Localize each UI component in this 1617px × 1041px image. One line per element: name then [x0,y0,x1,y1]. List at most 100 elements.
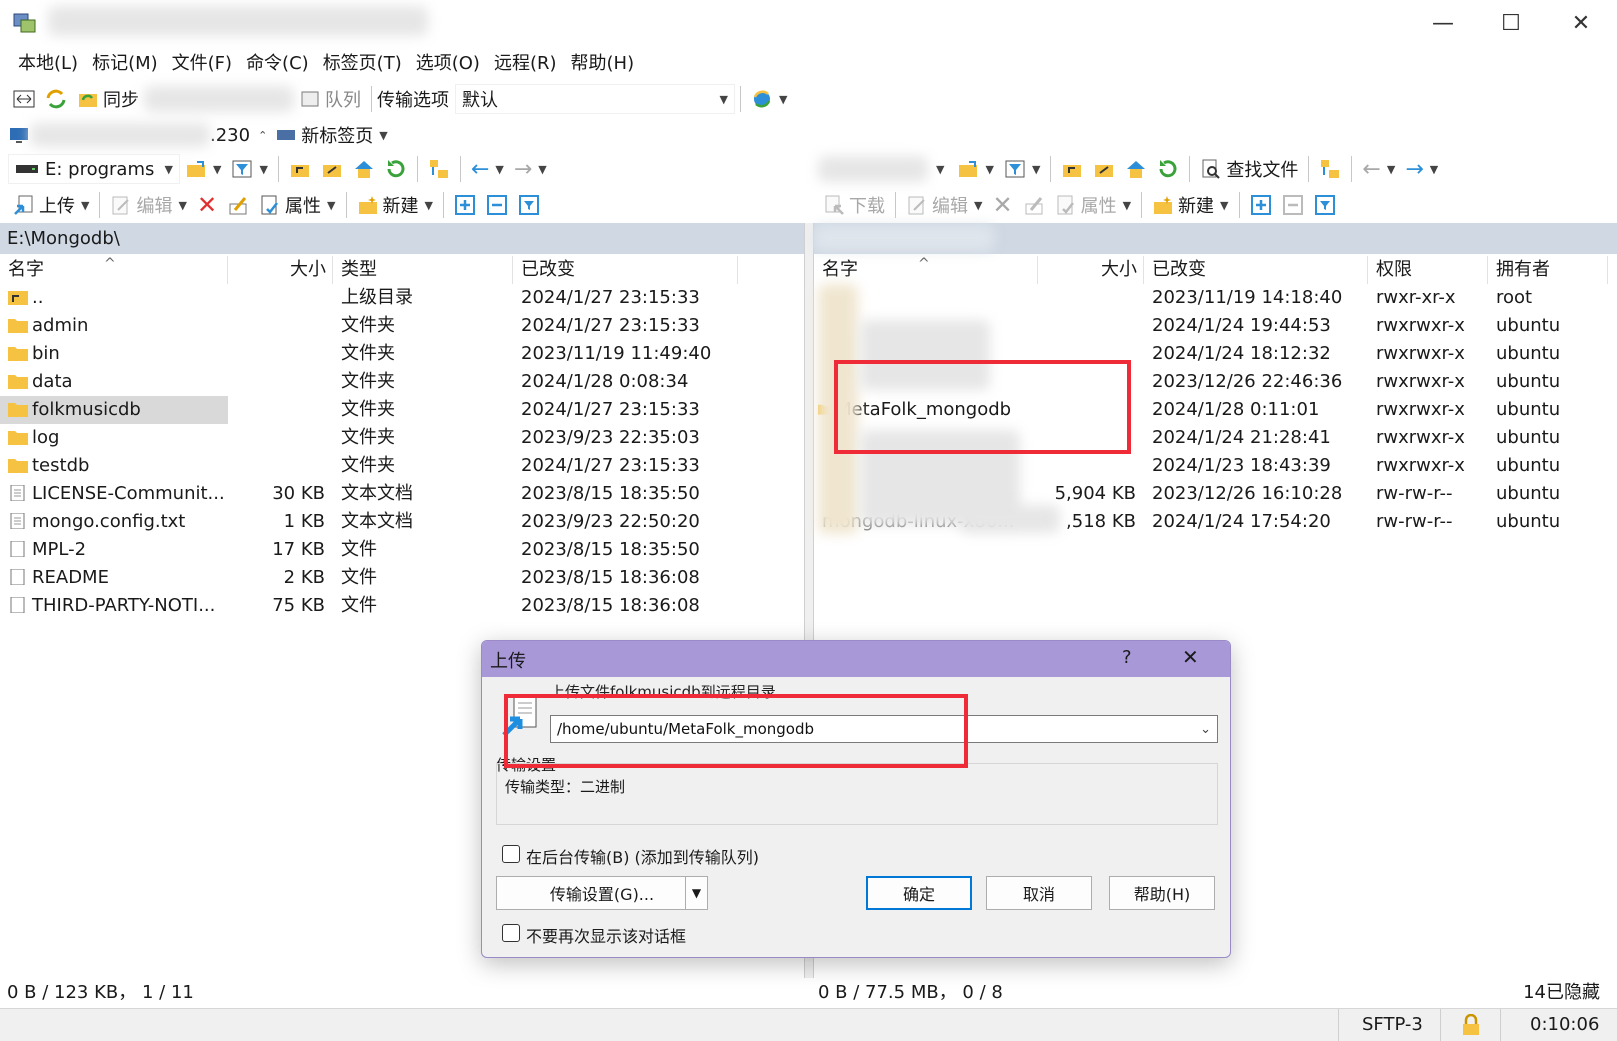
dialog-close-button[interactable]: ✕ [1182,645,1199,669]
col-size[interactable]: 大小 [228,256,333,284]
queue-icon [301,91,319,107]
table-row[interactable]: README 2 KB 文件 2023/8/15 18:36:08 [0,564,800,592]
col-size[interactable]: 大小 [1038,256,1144,284]
remote-root-button[interactable] [1088,154,1120,184]
highlight-box [834,360,1131,454]
menu-commands[interactable]: 命令(C) [246,49,309,75]
local-new-button[interactable]: 新建 ▼ [352,190,438,220]
menu-remote[interactable]: 远程(R) [494,49,557,75]
table-row[interactable]: 2023/11/19 14:18:40 rwxr-xr-x root [814,284,1614,312]
menu-local[interactable]: 本地(L) [18,49,78,75]
col-changed[interactable]: 已改变 [513,256,738,284]
col-name[interactable]: 名字 ^ [0,256,228,284]
remote-home-button[interactable] [1120,154,1152,184]
remote-back-button[interactable]: ← ▼ [1357,154,1400,184]
local-home-button[interactable] [348,154,380,184]
session-button[interactable]: ▼ [746,84,792,114]
table-row[interactable]: .. 上级目录 2024/1/27 23:15:33 [0,284,800,312]
folder-icon [8,375,28,389]
upload-dialog: 上传 ? ✕ 上传文件folkmusicdb到远程目录 /home/ubuntu… [481,640,1231,958]
table-row[interactable]: data 文件夹 2024/1/28 0:08:34 [0,368,800,396]
find-files-button[interactable]: 查找文件 [1195,154,1303,184]
table-row[interactable]: LICENSE-Communit... 30 KB 文本文档 2023/8/15… [0,480,800,508]
sync-button[interactable]: 同步 [72,84,144,114]
close-button[interactable]: ✕ [1558,6,1604,40]
chevron-down-icon[interactable]: ▼ [685,877,707,909]
remote-select-plus-button[interactable] [1245,190,1277,220]
table-row[interactable]: testdb 文件夹 2024/1/27 23:15:33 [0,452,800,480]
local-rename-button[interactable] [222,190,254,220]
minimize-button[interactable]: — [1420,6,1466,40]
remote-select-minus-button[interactable] [1277,190,1309,220]
session-tab[interactable]: .230 [210,125,250,146]
ok-button[interactable]: 确定 [866,876,972,910]
col-owner[interactable]: 拥有者 [1488,256,1608,284]
local-properties-button[interactable]: 属性 ▼ [254,190,340,220]
remote-forward-button[interactable]: → ▼ [1400,154,1443,184]
rename-icon [1025,197,1043,215]
dialog-help-button[interactable]: ? [1122,647,1132,668]
local-open-button[interactable]: ▼ [180,154,226,184]
remote-filter-button[interactable]: ▼ [999,154,1045,184]
remote-tree-button[interactable] [1314,154,1346,184]
local-back-button[interactable]: ← ▼ [466,154,509,184]
remote-refresh-button[interactable] [1152,154,1184,184]
background-transfer-checkbox[interactable] [502,845,520,863]
transfer-settings-button[interactable]: 传输设置(G)... ▼ [496,876,708,910]
download-button[interactable]: 下载 [818,190,890,220]
new-tab-button[interactable]: 新标签页 [301,122,373,148]
remote-parent-button[interactable] [1056,154,1088,184]
table-row[interactable]: THIRD-PARTY-NOTI... 75 KB 文件 2023/8/15 1… [0,592,800,620]
table-row[interactable]: admin 文件夹 2024/1/27 23:15:33 [0,312,800,340]
local-select-plus-button[interactable] [449,190,481,220]
menu-tabs[interactable]: 标签页(T) [323,49,402,75]
col-changed[interactable]: 已改变 [1144,256,1368,284]
menu-help[interactable]: 帮助(H) [571,49,635,75]
upload-button[interactable]: 上传 ▼ [8,190,94,220]
local-column-header: 名字 ^ 大小 类型 已改变 [0,256,804,284]
arrow-right-icon: → [1405,156,1424,182]
remote-filter-select-button[interactable] [1309,190,1341,220]
chevron-down-icon: ▼ [424,198,433,212]
local-delete-button[interactable]: ✕ [192,190,222,220]
local-filter-button[interactable]: ▼ [226,154,272,184]
remote-delete-button[interactable]: ✕ [987,190,1017,220]
maximize-button[interactable]: ☐ [1488,6,1534,40]
col-name[interactable]: 名字 ^ [814,256,1038,284]
menu-files[interactable]: 文件(F) [172,49,232,75]
menu-options[interactable]: 选项(O) [416,49,480,75]
local-filter-select-button[interactable] [513,190,545,220]
local-root-button[interactable] [316,154,348,184]
local-refresh-button[interactable] [380,154,412,184]
compare-button[interactable] [8,84,40,114]
menu-mark[interactable]: 标记(M) [92,49,158,75]
refresh-sync-button[interactable] [40,84,72,114]
col-rights[interactable]: 权限 [1368,256,1488,284]
table-row[interactable]: bin 文件夹 2023/11/19 11:49:40 [0,340,800,368]
local-tree-button[interactable] [423,154,455,184]
local-select-minus-button[interactable] [481,190,513,220]
remote-open-button[interactable]: ▼ [952,154,998,184]
local-forward-button[interactable]: → ▼ [509,154,552,184]
table-row-selected[interactable]: folkmusicdb 文件夹 2024/1/27 23:15:33 [0,396,800,424]
queue-button[interactable]: 队列 [294,84,366,114]
remote-edit-button[interactable]: 编辑 ▼ [901,190,987,220]
col-type[interactable]: 类型 [333,256,513,284]
remote-properties-button[interactable]: 属性 ▼ [1050,190,1136,220]
table-row[interactable]: MPL-2 17 KB 文件 2023/8/15 18:35:50 [0,536,800,564]
cancel-button[interactable]: 取消 [986,876,1092,910]
divider [1500,1009,1501,1041]
table-row[interactable]: mongo.config.txt 1 KB 文本文档 2023/9/23 22:… [0,508,800,536]
local-parent-button[interactable] [284,154,316,184]
table-row[interactable]: log 文件夹 2023/9/23 22:35:03 [0,424,800,452]
remote-rename-button[interactable] [1018,190,1050,220]
local-drive-select[interactable]: E: programs ▼ [8,154,180,184]
chevron-down-icon: ▼ [974,198,983,212]
app-icon [13,13,36,33]
transfer-preset-select[interactable]: 默认 ▼ [455,84,735,114]
local-edit-button[interactable]: 编辑 ▼ [105,190,191,220]
dont-show-again-checkbox[interactable] [502,924,520,942]
remote-new-button[interactable]: 新建 ▼ [1147,190,1233,220]
refresh-icon [387,160,405,178]
help-button[interactable]: 帮助(H) [1109,876,1215,910]
